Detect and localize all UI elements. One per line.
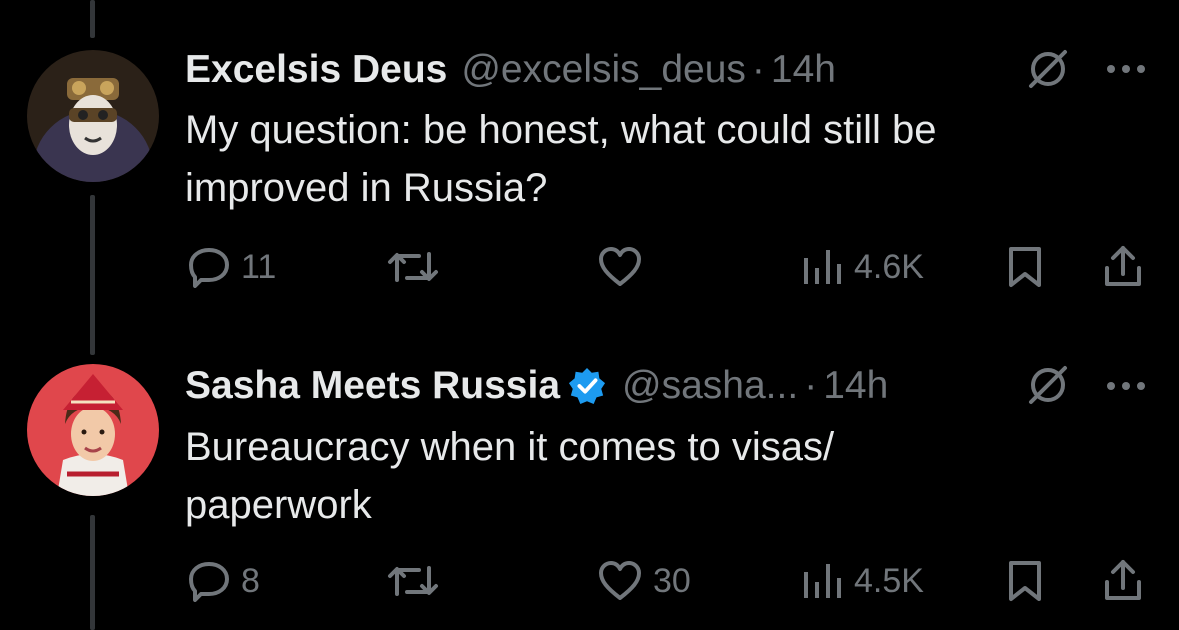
tweet-header: Excelsis Deus @excelsis_deus · 14h [185,40,836,100]
tweet-header: Sasha Meets Russia @sasha... · 14h [185,356,888,416]
repost-button[interactable] [387,560,449,602]
reply-count: 8 [241,561,260,600]
repost-button[interactable] [387,246,449,288]
views-count: 4.5K [854,561,924,600]
tweet-text: Bureaucracy when it comes to visas/ pape… [185,418,1085,534]
grok-icon[interactable] [1025,362,1071,408]
bookmark-button[interactable] [1007,246,1043,288]
bookmark-icon [1009,247,1041,287]
share-button[interactable] [1103,558,1143,602]
avatar[interactable] [27,50,159,182]
reply-count: 11 [241,247,277,286]
like-button[interactable]: 30 [597,560,691,602]
more-icon[interactable] [1103,376,1149,396]
action-bar: 11 4.6K [185,238,1145,294]
display-name[interactable]: Sasha Meets Russia [185,364,560,408]
separator-dot: · [804,364,818,407]
tweet[interactable]: Excelsis Deus @excelsis_deus · 14h My qu… [0,0,1179,330]
display-name[interactable]: Excelsis Deus [185,48,447,92]
tweet-text-line: My question: be honest, what could still… [185,108,937,152]
share-button[interactable] [1103,244,1143,288]
repost-icon [388,252,438,282]
timestamp[interactable]: 14h [771,48,836,92]
avatar[interactable] [27,364,159,496]
timestamp[interactable]: 14h [823,364,888,408]
views-button[interactable]: 4.6K [800,246,924,288]
reply-icon [189,248,229,288]
bookmark-button[interactable] [1007,560,1043,602]
share-icon [1105,246,1141,286]
handle[interactable]: @sasha... [622,364,798,408]
reply-button[interactable]: 11 [187,246,276,288]
separator-dot: · [751,48,765,91]
tweet-text: My question: be honest, what could still… [185,101,1085,217]
like-icon [599,561,641,600]
grok-icon[interactable] [1025,46,1071,92]
views-count: 4.6K [854,247,924,286]
share-icon [1105,560,1141,600]
views-icon [804,250,841,284]
verified-badge-icon[interactable] [568,367,606,405]
tweet-text-line: improved in Russia? [185,166,548,210]
tweet-text-line: paperwork [185,483,372,527]
action-bar: 8 30 4.5K [185,552,1145,608]
like-icon [599,247,641,286]
tweet-text-line: Bureaucracy when it comes to visas/ [185,425,835,469]
like-count: 30 [653,561,691,600]
tweet[interactable]: Sasha Meets Russia @sasha... · 14h Burea… [0,330,1179,630]
reply-icon [189,562,229,602]
more-icon[interactable] [1103,59,1149,79]
reply-button[interactable]: 8 [187,560,260,602]
repost-icon [388,566,438,596]
handle[interactable]: @excelsis_deus [461,48,746,92]
views-icon [804,564,841,598]
views-button[interactable]: 4.5K [800,560,924,602]
like-button[interactable] [597,246,653,288]
bookmark-icon [1009,561,1041,601]
